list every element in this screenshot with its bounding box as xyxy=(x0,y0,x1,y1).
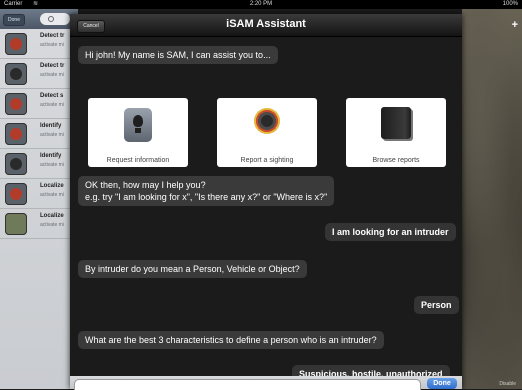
assistant-message: OK then, how may I help you? e.g. try "I… xyxy=(78,176,335,206)
list-item-title: Identify xyxy=(40,123,62,129)
message-input-bar: Done xyxy=(70,376,462,390)
clock-label: 2:20 PM xyxy=(249,1,273,7)
list-item[interactable]: Detect s activate mi xyxy=(0,89,78,119)
list-item-subtitle: activate mi xyxy=(40,42,64,48)
camera-lens-icon xyxy=(254,108,280,134)
map-view[interactable]: + Disable xyxy=(462,9,522,389)
report-sighting-option[interactable]: Report a sighting xyxy=(217,98,317,167)
mission-thumbnail-icon xyxy=(5,213,27,235)
assistant-message-line: e.g. try "I am looking for x", "Is there… xyxy=(85,192,328,202)
assistant-message: By intruder do you mean a Person, Vehicl… xyxy=(78,260,307,278)
list-item-title: Detect tr xyxy=(40,33,65,39)
mission-thumbnail-icon xyxy=(5,183,27,205)
assistant-message: What are the best 3 characteristics to d… xyxy=(78,331,384,349)
option-label: Browse reports xyxy=(372,157,420,164)
list-item-subtitle: activate mi xyxy=(40,132,64,138)
mission-thumbnail-icon xyxy=(5,153,27,175)
list-item[interactable]: Identify activate mi xyxy=(0,149,78,179)
list-item[interactable]: Identify activate mi xyxy=(0,119,78,149)
mission-thumbnail-icon xyxy=(5,93,27,115)
option-label: Request information xyxy=(106,157,170,164)
request-information-option[interactable]: Request information xyxy=(88,98,188,167)
mission-thumbnail-icon xyxy=(5,63,27,85)
send-button[interactable]: Done xyxy=(427,378,457,389)
list-item-title: Localize xyxy=(40,213,64,219)
disable-button[interactable]: Disable xyxy=(499,381,516,387)
option-label: Report a sighting xyxy=(240,157,294,164)
list-item-subtitle: activate mi xyxy=(40,192,64,198)
list-item-subtitle: activate mi xyxy=(40,72,64,78)
battery-label: 100% xyxy=(502,1,518,7)
book-icon xyxy=(381,107,411,139)
assistant-message: Hi john! My name is SAM, I can assist yo… xyxy=(78,46,278,64)
modal-header: Cancel iSAM Assistant xyxy=(70,14,462,37)
modal-title: iSAM Assistant xyxy=(226,18,306,30)
user-message: I am looking for an intruder xyxy=(325,223,456,241)
search-icon xyxy=(48,16,54,22)
list-item-subtitle: activate mi xyxy=(40,162,64,168)
status-bar: Carrier ≋ 2:20 PM 100% xyxy=(0,0,522,9)
list-item-title: Detect tr xyxy=(40,63,65,69)
list-item[interactable]: Detect tr activate mi xyxy=(0,59,78,89)
lightbulb-icon xyxy=(124,108,152,142)
message-input[interactable] xyxy=(74,379,421,390)
list-item[interactable]: Detect tr activate mi xyxy=(0,29,78,59)
mission-thumbnail-icon xyxy=(5,123,27,145)
list-item-title: Localize xyxy=(40,183,64,189)
chat-transcript[interactable]: Hi john! My name is SAM, I can assist yo… xyxy=(70,37,462,383)
list-item-title: Detect s xyxy=(40,93,64,99)
assistant-modal: Cancel iSAM Assistant Hi john! My name i… xyxy=(70,14,462,390)
list-item[interactable]: Localize activate mi xyxy=(0,209,78,239)
missions-toolbar: Done xyxy=(0,9,78,29)
assistant-message-line: OK then, how may I help you? xyxy=(85,180,206,190)
user-message: Person xyxy=(414,296,459,314)
list-item[interactable]: Localize activate mi xyxy=(0,179,78,209)
search-button[interactable] xyxy=(40,13,70,25)
list-item-subtitle: activate mi xyxy=(40,102,64,108)
browse-reports-option[interactable]: Browse reports xyxy=(346,98,446,167)
list-done-button[interactable]: Done xyxy=(3,14,25,26)
list-item-subtitle: activate mi xyxy=(40,222,64,228)
list-item-title: Identify xyxy=(40,153,62,159)
add-icon[interactable]: + xyxy=(512,19,518,31)
mission-thumbnail-icon xyxy=(5,33,27,55)
